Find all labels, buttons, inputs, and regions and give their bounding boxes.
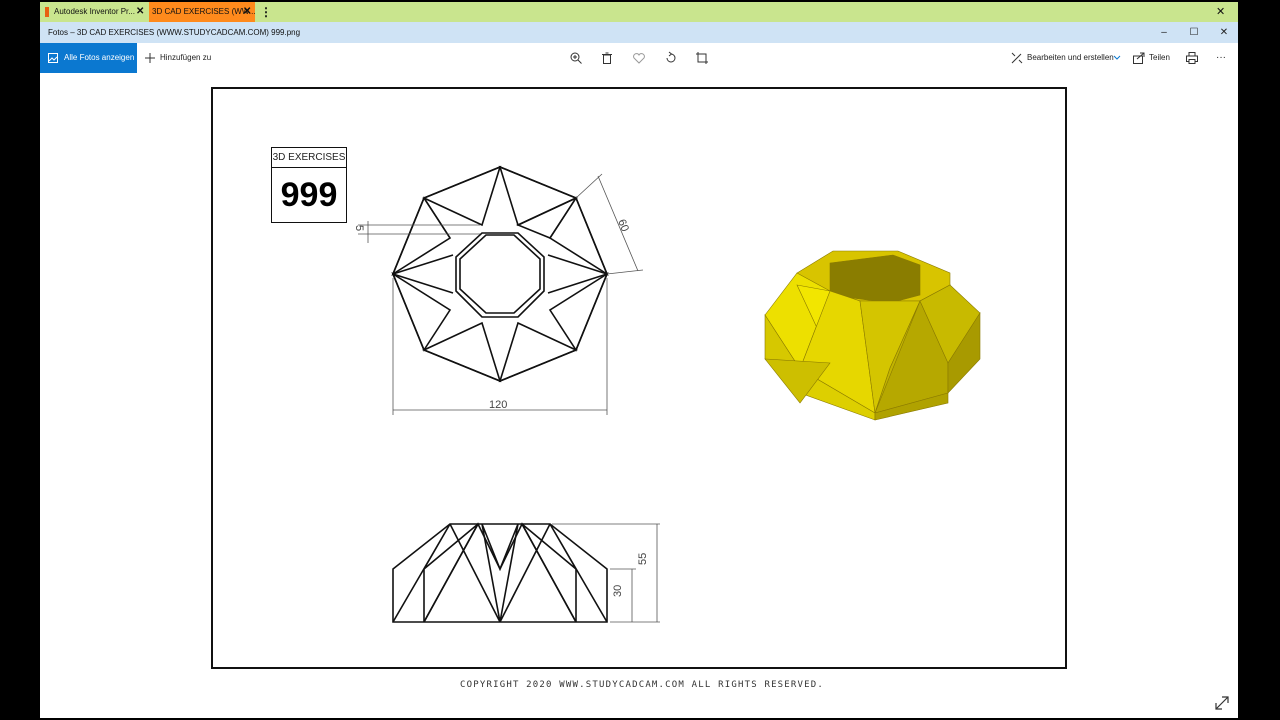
crop-icon[interactable] <box>695 51 709 65</box>
inventor-tab-icon <box>45 7 49 17</box>
close-tab-icon[interactable]: ✕ <box>136 2 144 22</box>
edit-create-icon <box>1011 52 1023 64</box>
more-tabs-icon[interactable]: ⋮ <box>260 2 272 22</box>
exercise-header: 3D EXERCISES <box>272 148 346 168</box>
photos-icon <box>48 53 58 63</box>
delete-icon[interactable] <box>600 51 614 65</box>
tab-autodesk-inventor[interactable]: Autodesk Inventor Pr... ✕ <box>40 2 148 22</box>
all-photos-button[interactable]: Alle Fotos anzeigen <box>40 43 137 73</box>
more-options-button[interactable]: ··· <box>1216 43 1226 73</box>
dim-offset-5: 5 <box>353 225 365 231</box>
favorite-icon[interactable] <box>632 51 646 65</box>
maximize-button[interactable]: ☐ <box>1180 22 1208 43</box>
share-icon <box>1133 52 1145 64</box>
tab-label: Autodesk Inventor Pr... <box>54 7 135 16</box>
minimize-button[interactable]: – <box>1150 22 1178 43</box>
all-photos-label: Alle Fotos anzeigen <box>64 53 135 62</box>
photos-toolbar: Alle Fotos anzeigen Hinzufügen zu Bearbe… <box>40 43 1238 73</box>
chevron-down-icon <box>1113 55 1121 60</box>
copyright-text: COPYRIGHT 2020 WWW.STUDYCADCAM.COM ALL R… <box>460 680 824 690</box>
image-viewer: 120 60 5 55 30 COPYRIGHT 2020 WWW.STUDYC… <box>40 73 1238 718</box>
window-title-bar: Fotos – 3D CAD EXERCISES (WWW.STUDYCADCA… <box>40 22 1238 43</box>
edit-create-button[interactable]: Bearbeiten und erstellen <box>1027 43 1114 73</box>
dim-width-120: 120 <box>489 399 507 411</box>
expand-icon[interactable] <box>1215 696 1229 710</box>
window-title: Fotos – 3D CAD EXERCISES (WWW.STUDYCADCA… <box>48 28 301 37</box>
close-browser-icon[interactable]: ✕ <box>1216 2 1225 22</box>
print-icon[interactable] <box>1185 51 1199 65</box>
close-window-button[interactable]: ✕ <box>1210 22 1238 43</box>
zoom-icon[interactable] <box>569 51 583 65</box>
add-to-button[interactable]: Hinzufügen zu <box>160 43 211 73</box>
plus-icon <box>145 53 155 63</box>
3d-model <box>764 250 981 421</box>
tab-label: 3D CAD EXERCISES (WW... <box>152 7 256 16</box>
rotate-icon[interactable] <box>664 51 678 65</box>
browser-tab-bar: Autodesk Inventor Pr... ✕ 3D CAD EXERCIS… <box>40 2 1238 22</box>
dim-height-30: 30 <box>612 585 624 597</box>
close-tab-icon[interactable]: ✕ <box>243 2 251 22</box>
dim-height-55: 55 <box>637 553 649 565</box>
exercise-number: 999 <box>280 176 338 214</box>
share-button[interactable]: Teilen <box>1149 43 1170 73</box>
cad-drawing: 120 60 5 55 30 COPYRIGHT 2020 WWW.STUDYC… <box>211 87 1229 710</box>
tab-3d-cad-exercises[interactable]: 3D CAD EXERCISES (WW... ✕ <box>149 2 256 22</box>
exercise-title-box: 3D EXERCISES 999 <box>271 147 347 223</box>
